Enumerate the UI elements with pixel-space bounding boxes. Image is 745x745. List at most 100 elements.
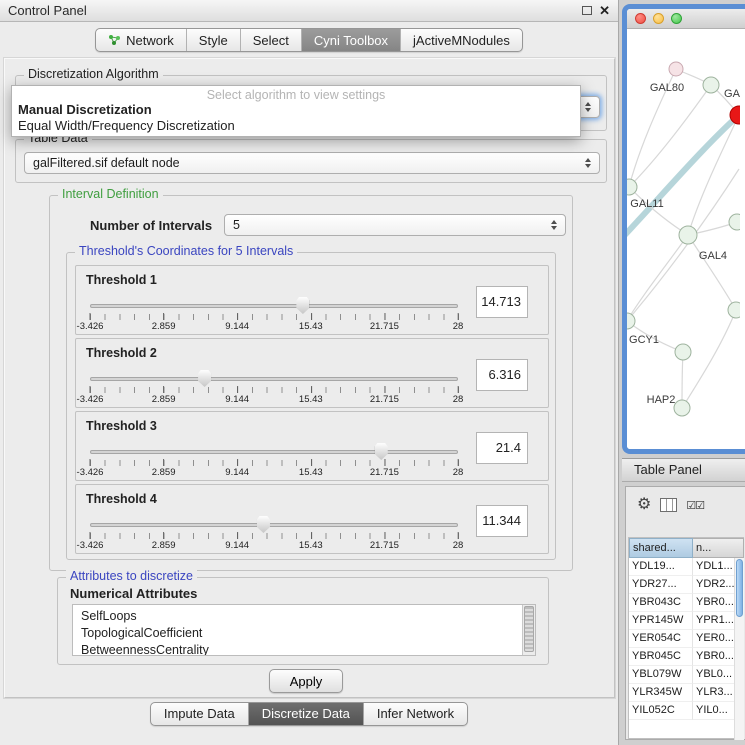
select-columns-checkbox-icons[interactable]: ☑☑ [686,499,704,512]
list-scrollbar-thumb[interactable] [524,606,534,652]
zoom-traffic-light-icon[interactable] [671,13,682,24]
slider-scale-label: 21.715 [370,321,399,332]
threshold-2-value-field[interactable]: 6.316 [476,359,528,391]
slider-thumb[interactable] [296,297,309,314]
network-node[interactable] [703,77,719,93]
network-node[interactable] [728,302,740,318]
network-node-label: GAL11 [630,198,663,210]
slider-thumb[interactable] [198,370,211,387]
network-node[interactable] [669,62,683,76]
table-cell[interactable]: YDR27... [629,576,693,594]
tab-network[interactable]: Network [96,29,186,51]
apply-button[interactable]: Apply [269,669,343,693]
tab-infer-network[interactable]: Infer Network [363,703,467,725]
option-manual-discretization[interactable]: Manual Discretization [18,102,152,117]
slider-scale-label: 28 [453,394,464,405]
float-window-icon[interactable] [582,6,592,15]
slider-thumb[interactable] [375,443,388,460]
attribute-item[interactable]: BetweennessCentrality [81,642,535,656]
number-of-intervals-value: 5 [233,218,240,232]
network-node[interactable] [675,344,691,360]
network-node[interactable] [674,400,690,416]
network-canvas[interactable]: GAL80GAGAL11GAL4GCY1HAP2 [627,29,745,449]
table-row[interactable]: YBR045CYBR0... [629,648,744,666]
number-of-intervals-select[interactable]: 5 [224,214,566,236]
table-row[interactable]: YER054CYER0... [629,630,744,648]
slider-track[interactable] [90,377,458,381]
algorithm-dropdown-popup: Select algorithm to view settings Manual… [11,85,581,137]
threshold-3-value-field[interactable]: 21.4 [476,432,528,464]
threshold-1-panel: Threshold 1 14.713 -3.4262.8599.14415.43… [75,265,549,335]
network-icon [108,34,121,46]
table-cell[interactable]: YDL19... [629,558,693,576]
threshold-1-value-field[interactable]: 14.713 [476,286,528,318]
attribute-item[interactable]: TopologicalCoefficient [81,625,535,642]
table-cell[interactable]: YIL052C [629,702,693,720]
list-scrollbar[interactable] [522,605,535,655]
settings-gear-icon[interactable]: ⚙ [637,497,651,513]
slider-track[interactable] [90,523,458,527]
slider-scale: -3.4262.8599.14415.4321.71528 [90,321,458,333]
table-scrollbar-thumb[interactable] [736,559,743,617]
table-panel-title: Table Panel [634,462,702,477]
attribute-item[interactable]: SelfLoops [81,608,535,625]
table-row[interactable]: YLR345WYLR3... [629,684,744,702]
network-view-window: GAL80GAGAL11GAL4GCY1HAP2 [622,4,745,454]
numerical-attributes-list[interactable]: SelfLoopsTopologicalCoefficientBetweenne… [72,604,536,656]
table-cell[interactable]: YPR145W [629,612,693,630]
slider-thumb[interactable] [257,516,270,533]
table-row[interactable]: YBR043CYBR0... [629,594,744,612]
table-panel: ⚙ ☑☑ shared... n... YDL19...YDL1...YDR27… [625,486,745,740]
minimize-traffic-light-icon[interactable] [653,13,664,24]
top-tabbar: Network Style Select Cyni Toolbox jActiv… [0,28,618,52]
slider-scale-label: 15.43 [299,394,323,405]
table-header-row: shared... n... [629,538,744,558]
network-node-label: GA [724,88,740,100]
column-header-name[interactable]: n... [693,538,744,558]
network-node[interactable] [729,214,740,230]
tab-select[interactable]: Select [240,29,301,51]
slider-track[interactable] [90,450,458,454]
close-icon[interactable]: ✕ [599,5,610,17]
tab-discretize-data[interactable]: Discretize Data [248,703,363,725]
tab-jactivemnodules[interactable]: jActiveMNodules [400,29,522,51]
column-header-shared-name[interactable]: shared... [629,538,693,558]
columns-icon[interactable] [660,498,677,512]
table-cell[interactable]: YBL079W [629,666,693,684]
threshold-4-slider[interactable]: -3.4262.8599.14415.4321.71528 [90,513,458,553]
table-data-select[interactable]: galFiltered.sif default node [24,152,600,174]
network-window-titlebar [627,9,745,29]
table-row[interactable]: YPR145WYPR1... [629,612,744,630]
threshold-3-panel: Threshold 3 21.4 -3.4262.8599.14415.4321… [75,411,549,481]
table-row[interactable]: YDR27...YDR2... [629,576,744,594]
tab-cyni-toolbox[interactable]: Cyni Toolbox [301,29,400,51]
close-traffic-light-icon[interactable] [635,13,646,24]
network-node[interactable] [679,226,697,244]
slider-scale-label: -3.426 [77,394,104,405]
option-equal-width-frequency[interactable]: Equal Width/Frequency Discretization [18,118,235,133]
table-cell[interactable]: YER054C [629,630,693,648]
threshold-2-slider[interactable]: -3.4262.8599.14415.4321.71528 [90,367,458,407]
table-row[interactable]: YBL079WYBL0... [629,666,744,684]
slider-track[interactable] [90,304,458,308]
table-row[interactable]: YDL19...YDL1... [629,558,744,576]
table-cell[interactable]: YLR345W [629,684,693,702]
slider-scale: -3.4262.8599.14415.4321.71528 [90,467,458,479]
table-row[interactable]: YIL052CYIL0... [629,702,744,720]
network-graph[interactable]: GAL80GAGAL11GAL4GCY1HAP2 [627,29,740,444]
control-panel-window: Control Panel ✕ Network Style Select Cyn… [0,0,619,745]
table-scrollbar[interactable] [734,558,744,740]
tab-style[interactable]: Style [186,29,240,51]
bottom-tabbar: Impute Data Discretize Data Infer Networ… [0,702,618,726]
slider-scale-label: 21.715 [370,540,399,551]
table-cell[interactable]: YBR045C [629,648,693,666]
slider-ticks [90,460,459,466]
table-cell[interactable]: YBR043C [629,594,693,612]
tab-impute-data[interactable]: Impute Data [151,703,248,725]
threshold-3-slider[interactable]: -3.4262.8599.14415.4321.71528 [90,440,458,480]
slider-scale-label: 28 [453,321,464,332]
threshold-4-value-field[interactable]: 11.344 [476,505,528,537]
slider-scale-label: 2.859 [152,467,176,478]
slider-scale-label: 2.859 [152,321,176,332]
threshold-1-slider[interactable]: -3.4262.8599.14415.4321.71528 [90,294,458,334]
